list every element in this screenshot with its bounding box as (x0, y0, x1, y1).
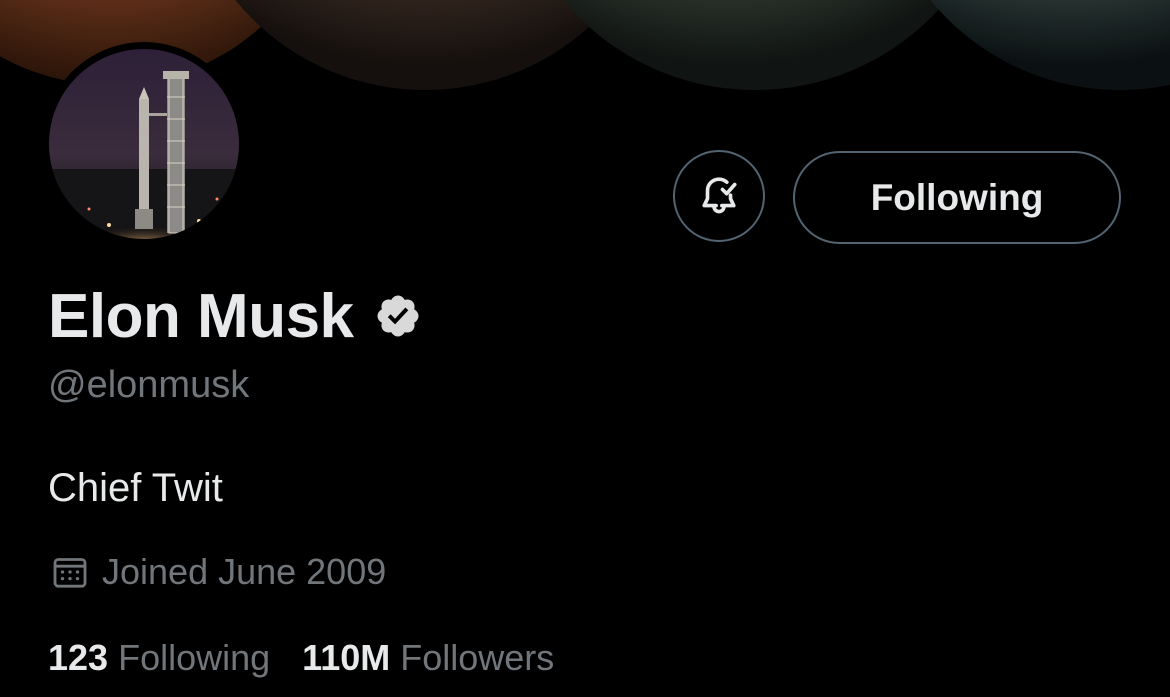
following-count: 123 (48, 637, 109, 678)
followers-count: 110M (302, 637, 391, 678)
calendar-icon (53, 558, 87, 588)
followers-stat-link[interactable]: 110M Followers (302, 637, 554, 679)
follow-stats: 123 Following 110M Followers (48, 634, 554, 682)
following-button[interactable]: Following (793, 151, 1121, 244)
bell-check-icon (702, 177, 737, 214)
verified-badge-icon[interactable] (374, 292, 422, 340)
user-handle: @elonmusk (48, 364, 250, 406)
joined-text: Joined June 2009 (102, 551, 387, 592)
followers-label: Followers (400, 637, 555, 678)
joined-date: Joined June 2009 (50, 548, 386, 596)
following-stat-link[interactable]: 123 Following (48, 637, 270, 679)
following-label: Following (118, 637, 271, 678)
avatar-image (49, 49, 239, 239)
name-row: Elon Musk (48, 280, 422, 352)
planet-mars-green (562, 0, 948, 90)
following-button-label: Following (870, 176, 1044, 218)
bio: Chief Twit (48, 466, 223, 510)
avatar[interactable] (42, 42, 246, 246)
notifications-button[interactable] (673, 150, 765, 242)
display-name: Elon Musk (48, 281, 354, 351)
